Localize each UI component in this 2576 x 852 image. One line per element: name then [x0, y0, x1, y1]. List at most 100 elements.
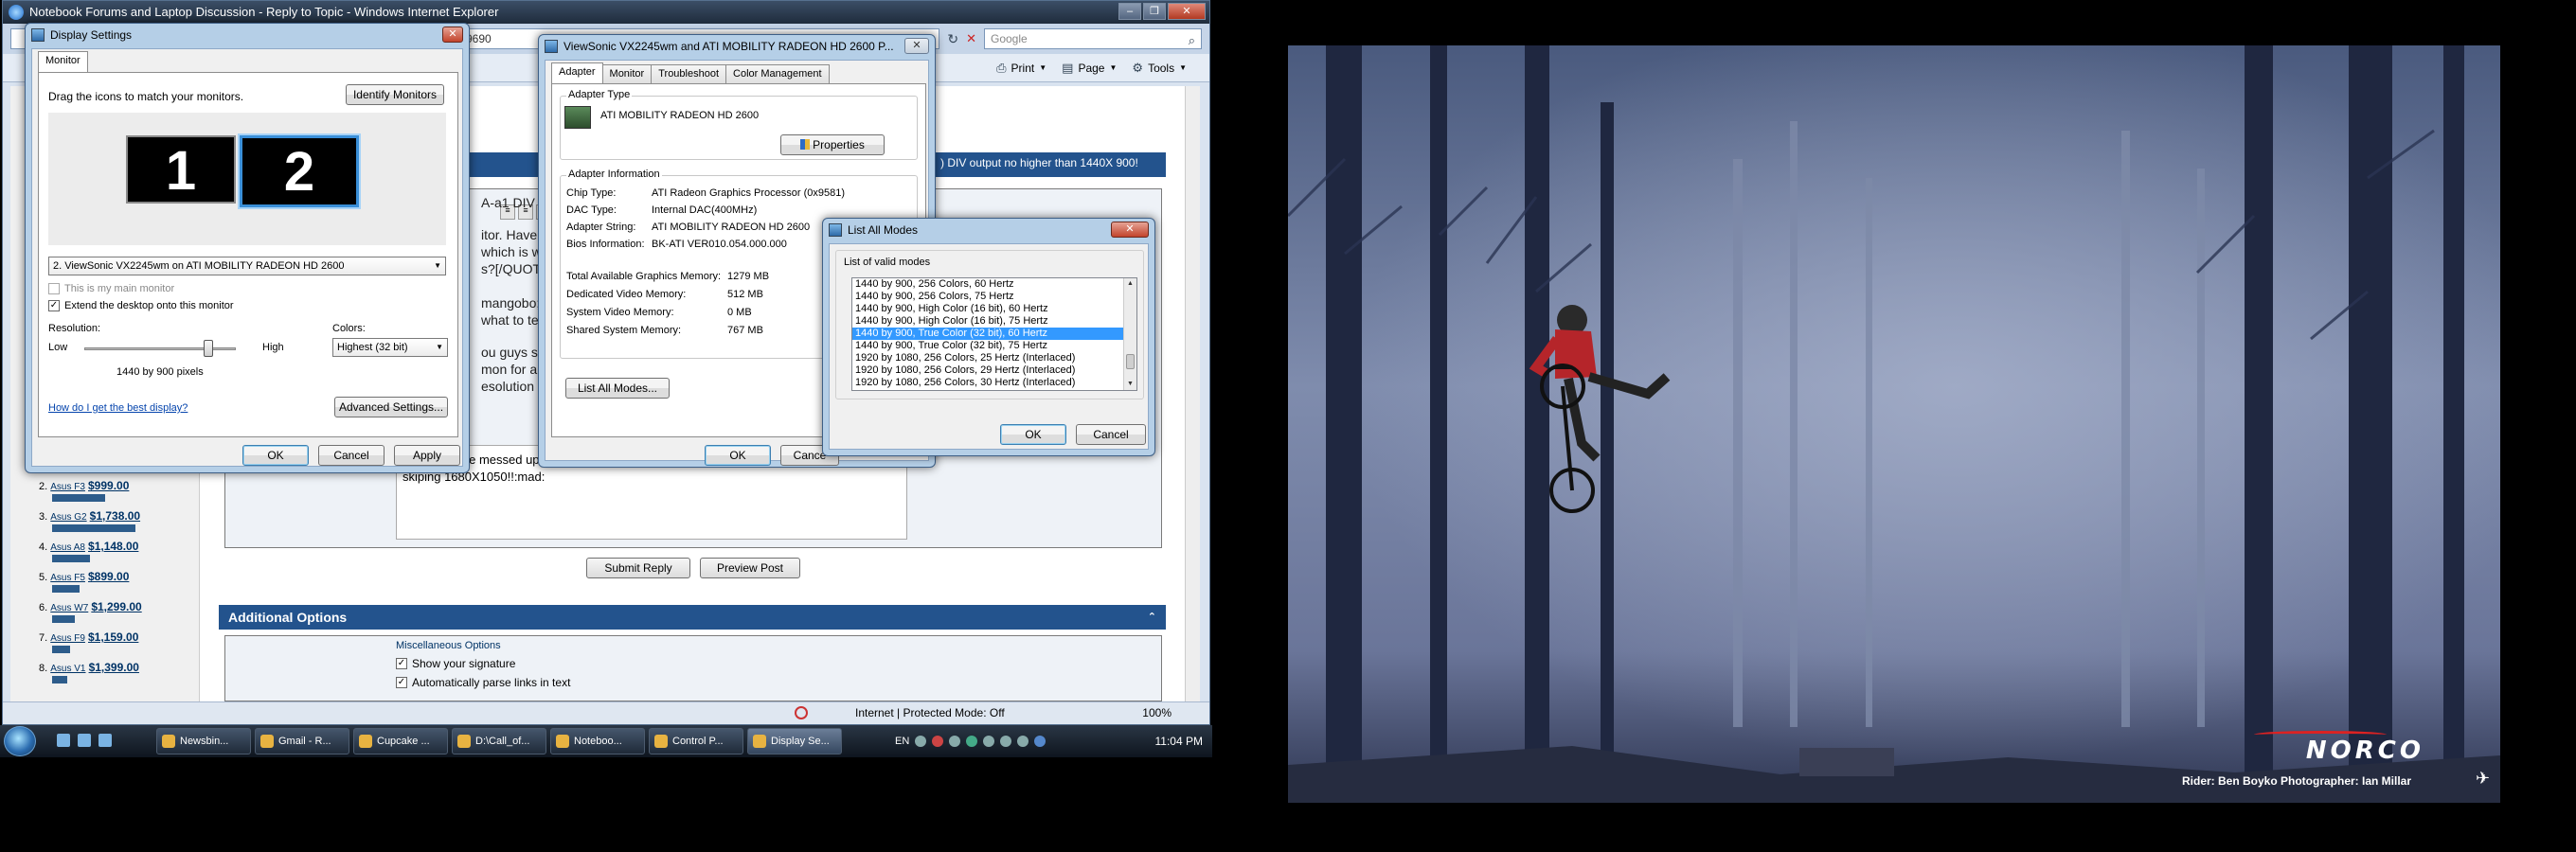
page-scrollbar[interactable] [1185, 86, 1200, 701]
product-link[interactable]: Asus G2 [50, 512, 86, 523]
display-settings-title-bar[interactable]: Display Settings ✕ [26, 24, 469, 46]
sidebar-item[interactable]: 5. Asus F5 $899.00 [39, 570, 190, 600]
apply-button[interactable]: Apply [394, 445, 460, 466]
advanced-settings-button[interactable]: Advanced Settings... [334, 397, 448, 417]
sidebar-item[interactable]: 3. Asus G2 $1,738.00 [39, 509, 190, 540]
taskbar-button[interactable]: Display Se... [747, 728, 842, 754]
monitor-1-tile[interactable]: 1 [126, 135, 236, 204]
mode-list-item[interactable]: 1440 by 900, True Color (32 bit), 60 Her… [852, 328, 1136, 340]
extend-desktop-checkbox[interactable]: ✓ [48, 300, 60, 311]
product-link[interactable]: Asus F9 [50, 633, 85, 644]
taskbar-button[interactable]: Noteboo... [550, 728, 645, 754]
taskbar-button[interactable]: Control P... [649, 728, 743, 754]
search-icon[interactable]: ⌕ [1189, 31, 1195, 50]
taskbar-button[interactable]: Cupcake ... [353, 728, 448, 754]
show-signature-checkbox[interactable]: ✓ [396, 658, 407, 669]
parse-links-checkbox[interactable]: ✓ [396, 677, 407, 688]
security-zone[interactable]: Internet | Protected Mode: Off [855, 702, 1005, 723]
tab-monitor[interactable]: Monitor [601, 64, 653, 83]
adapter-properties-title-bar[interactable]: ViewSonic VX2245wm and ATI MOBILITY RADE… [539, 35, 935, 58]
colors-select[interactable]: Highest (32 bit) [332, 338, 448, 357]
mode-list-item[interactable]: 1920 by 1080, 256 Colors, 25 Hertz (Inte… [852, 352, 1136, 364]
start-button[interactable] [4, 726, 36, 756]
list-all-modes-button[interactable]: List All Modes... [565, 378, 670, 399]
product-price[interactable]: $1,148.00 [88, 540, 138, 553]
page-button[interactable]: ▤ Page ▼ [1062, 61, 1117, 76]
taskbar-button[interactable]: Gmail - R... [255, 728, 349, 754]
mode-list-item[interactable]: 1920 by 1080, 256 Colors, 30 Hertz (Inte… [852, 377, 1136, 389]
close-button[interactable]: ✕ [1111, 222, 1149, 238]
clock[interactable]: 11:04 PM [1155, 725, 1203, 757]
close-button[interactable]: ✕ [442, 27, 463, 43]
modes-scrollbar[interactable]: ▲ ▼ [1123, 278, 1136, 390]
mode-list-item[interactable]: 1440 by 900, 256 Colors, 75 Hertz [852, 291, 1136, 303]
product-link[interactable]: Asus A8 [50, 542, 85, 553]
sidebar-item[interactable]: 4. Asus A8 $1,148.00 [39, 540, 190, 570]
tab-troubleshoot[interactable]: Troubleshoot [651, 64, 727, 83]
preview-post-button[interactable]: Preview Post [700, 558, 800, 578]
submit-reply-button[interactable]: Submit Reply [586, 558, 690, 578]
tray-icon[interactable] [1017, 736, 1029, 747]
mode-list-item[interactable]: 1920 by 1080, 256 Colors, 29 Hertz (Inte… [852, 364, 1136, 377]
ok-button[interactable]: OK [705, 445, 771, 466]
sidebar-item[interactable]: 2. Asus F3 $999.00 [39, 479, 190, 509]
sidebar-item[interactable]: 8. Asus V1 $1,399.00 [39, 661, 190, 691]
sidebar-item[interactable]: 6. Asus W7 $1,299.00 [39, 600, 190, 630]
tray-icon[interactable] [932, 736, 944, 747]
refresh-icon[interactable]: ↻ [947, 31, 958, 47]
tab-color-management[interactable]: Color Management [725, 64, 830, 83]
product-link[interactable]: Asus F5 [50, 573, 85, 583]
list-all-modes-title-bar[interactable]: List All Modes ✕ [823, 219, 1154, 241]
best-display-help-link[interactable]: How do I get the best display? [48, 402, 188, 414]
maximize-button[interactable]: ❐ [1143, 3, 1166, 20]
mode-list-item[interactable]: 1440 by 900, High Color (16 bit), 60 Her… [852, 303, 1136, 315]
switch-windows-icon[interactable] [78, 734, 91, 747]
modes-listbox[interactable]: 1440 by 900, 256 Colors, 60 Hertz 1440 by… [851, 277, 1137, 391]
network-icon[interactable] [983, 736, 995, 747]
product-price[interactable]: $1,159.00 [88, 630, 138, 644]
tab-adapter[interactable]: Adapter [551, 62, 603, 83]
monitor-2-tile[interactable]: 2 [238, 133, 361, 209]
tray-icon[interactable] [915, 736, 927, 747]
product-link[interactable]: Asus W7 [50, 603, 88, 613]
cancel-button[interactable]: Cancel [1076, 424, 1146, 445]
mode-list-item[interactable]: 1440 by 900, 256 Colors, 60 Hertz [852, 278, 1136, 291]
language-indicator[interactable]: EN [895, 736, 909, 747]
product-price[interactable]: $999.00 [88, 479, 129, 492]
product-price[interactable]: $1,299.00 [91, 600, 141, 613]
sidebar-item[interactable]: 7. Asus F9 $1,159.00 [39, 630, 190, 661]
stop-icon[interactable]: ✕ [966, 31, 976, 46]
scroll-thumb[interactable] [1126, 354, 1135, 369]
properties-button[interactable]: Properties [780, 134, 885, 155]
minimize-button[interactable]: – [1118, 3, 1141, 20]
collapse-icon[interactable]: ⌃ [1148, 605, 1156, 630]
resolution-slider-thumb[interactable] [204, 340, 214, 357]
identify-monitors-button[interactable]: Identify Monitors [346, 84, 444, 105]
monitor-select[interactable]: 2. ViewSonic VX2245wm on ATI MOBILITY RA… [48, 257, 446, 275]
show-desktop-icon[interactable] [57, 734, 70, 747]
tools-button[interactable]: ⚙ Tools ▼ [1132, 61, 1187, 76]
taskbar-button[interactable]: D:\Call_of... [452, 728, 546, 754]
search-input[interactable]: Google ⌕ [984, 28, 1202, 49]
product-price[interactable]: $1,399.00 [89, 661, 139, 674]
volume-icon[interactable] [1000, 736, 1012, 747]
tray-icon[interactable] [966, 736, 978, 747]
scroll-down-icon[interactable]: ▼ [1124, 379, 1136, 390]
close-button[interactable]: ✕ [1168, 3, 1206, 20]
zoom-level[interactable]: 100% [1142, 702, 1172, 723]
scroll-up-icon[interactable]: ▲ [1124, 278, 1136, 290]
product-price[interactable]: $899.00 [88, 570, 129, 583]
ie-title-bar[interactable]: Notebook Forums and Laptop Discussion - … [3, 1, 1209, 24]
product-link[interactable]: Asus V1 [50, 664, 85, 674]
print-button[interactable]: ⎙ Print ▼ [996, 61, 1046, 76]
mode-list-item[interactable]: 1440 by 900, High Color (16 bit), 75 Her… [852, 315, 1136, 328]
ok-button[interactable]: OK [242, 445, 309, 466]
ok-button[interactable]: OK [1000, 424, 1066, 445]
cancel-button[interactable]: Cancel [318, 445, 385, 466]
additional-options-header[interactable]: Additional Options ⌃ [219, 605, 1166, 630]
product-link[interactable]: Asus F3 [50, 482, 85, 492]
main-monitor-checkbox[interactable] [48, 283, 60, 294]
tray-icon[interactable] [1034, 736, 1046, 747]
ie-quicklaunch-icon[interactable] [98, 734, 112, 747]
mode-list-item[interactable]: 1440 by 900, True Color (32 bit), 75 Her… [852, 340, 1136, 352]
